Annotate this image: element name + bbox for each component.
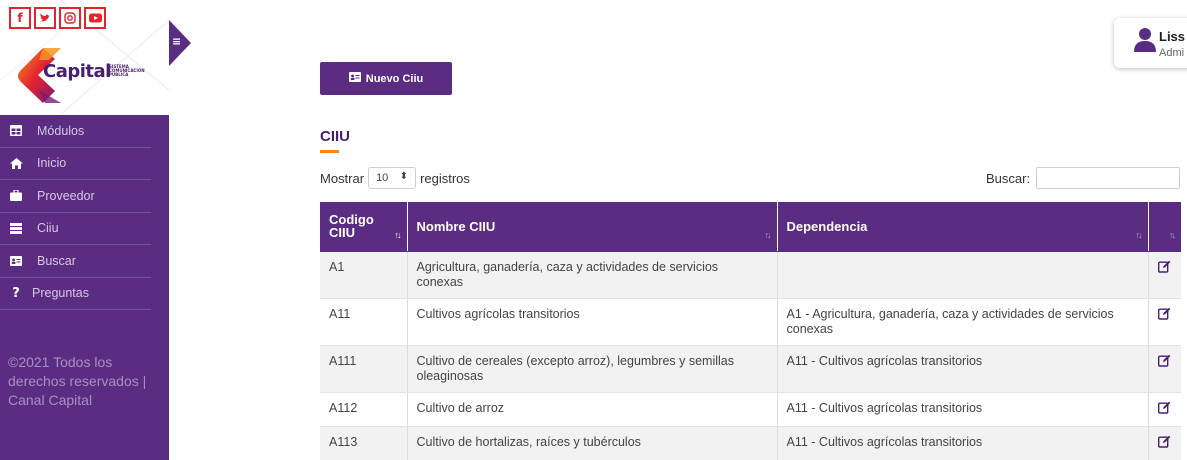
table-icon <box>9 125 23 137</box>
cell-code: A113 <box>320 426 408 460</box>
sidebar-item-label: Preguntas <box>32 286 89 301</box>
cell-actions <box>1148 426 1181 460</box>
cell-name: Cultivo de cereales (excepto arroz), leg… <box>407 345 778 393</box>
app-root: f Capital SISTEMA COMUNICACIÓN PÚBLICA ≡… <box>0 0 1187 460</box>
cell-name: Cultivo de hortalizas, raíces y tubércul… <box>407 426 778 460</box>
sidebar-item-label: Inicio <box>37 156 67 171</box>
sort-icon: ↑↓ <box>1169 230 1176 240</box>
search-label: Buscar: <box>986 170 1031 186</box>
sidebar-item-proveedor[interactable]: Proveedor <box>0 180 151 213</box>
sidebar-item-modulos[interactable]: Módulos <box>0 115 151 148</box>
menu-icon: ≡ <box>172 35 182 48</box>
sort-icon: ↑↓ <box>764 230 772 240</box>
edit-icon[interactable] <box>1158 435 1171 451</box>
length-prefix: Mostrar <box>320 170 365 186</box>
instagram-icon[interactable] <box>59 7 81 29</box>
user-icon <box>1134 28 1156 56</box>
sidebar-item-inicio[interactable]: Inicio <box>0 148 151 180</box>
question-icon: ? <box>12 285 20 301</box>
cell-name: Cultivo de arroz <box>407 392 778 427</box>
column-header-actions[interactable]: ↑↓ <box>1148 202 1181 252</box>
sidebar-item-preguntas[interactable]: ? Preguntas <box>0 278 151 310</box>
logo-subtext: SISTEMA COMUNICACIÓN PÚBLICA <box>109 64 145 77</box>
column-header-codigo[interactable]: Codigo CIIU ↑↓ <box>320 202 408 252</box>
cell-actions <box>1148 298 1181 346</box>
page-length-value: 10 <box>376 172 389 184</box>
ciiu-table: Codigo CIIU ↑↓ Nombre CIIU ↑↓ Dependenci… <box>320 202 1181 460</box>
title-underline <box>320 150 339 153</box>
page-length-select[interactable]: 10 ⬍ <box>368 167 417 189</box>
table-row: A1 Agricultura, ganadería, caza y activi… <box>320 251 1181 299</box>
brand-area: f Capital SISTEMA COMUNICACIÓN PÚBLICA <box>0 0 169 115</box>
sidebar-toggle-button[interactable]: ≡ <box>169 20 191 66</box>
new-ciiu-button[interactable]: Nuevo Ciiu <box>320 62 452 95</box>
edit-icon[interactable] <box>1158 354 1171 370</box>
facebook-icon[interactable]: f <box>9 7 31 29</box>
sidebar-item-label: Proveedor <box>37 188 95 203</box>
sidebar-item-label: Módulos <box>37 123 85 138</box>
edit-icon[interactable] <box>1158 401 1171 417</box>
briefcase-icon <box>9 190 23 202</box>
logo-text: Capital <box>43 61 111 82</box>
new-ciiu-label: Nuevo Ciiu <box>365 72 424 85</box>
page-title: CIIU <box>320 128 350 145</box>
table-row: A111 Cultivo de cereales (excepto arroz)… <box>320 345 1181 393</box>
cell-actions <box>1148 251 1181 299</box>
sidebar-item-label: Buscar <box>37 253 76 268</box>
copyright-text: ©2021 Todos los derechos reservados | Ca… <box>8 354 147 408</box>
table-row: A112 Cultivo de arroz A11 - Cultivos agr… <box>320 392 1181 427</box>
twitter-icon[interactable] <box>34 7 56 29</box>
cell-dependencia: A1 - Agricultura, ganadería, caza y acti… <box>777 298 1149 346</box>
column-header-nombre[interactable]: Nombre CIIU ↑↓ <box>407 202 778 252</box>
table-row: A11 Cultivos agrícolas transitorios A1 -… <box>320 298 1181 346</box>
column-header-label: Nombre CIIU <box>416 218 496 234</box>
home-icon <box>9 157 23 169</box>
column-header-label: Codigo CIIU <box>329 212 374 241</box>
sidebar-item-label: Ciiu <box>37 221 59 236</box>
column-header-label: Dependencia <box>786 218 868 234</box>
id-card-icon <box>348 72 361 85</box>
sidebar-item-buscar[interactable]: Buscar <box>0 245 151 278</box>
sidebar-menu: Módulos Inicio Proveedor Ciiu Buscar ? P… <box>0 115 169 310</box>
table-row: A113 Cultivo de hortalizas, raíces y tub… <box>320 426 1181 460</box>
social-links: f <box>9 7 106 29</box>
user-name: Liss <box>1159 29 1186 44</box>
cell-name: Cultivos agrícolas transitorios <box>407 298 778 346</box>
search-input[interactable] <box>1036 167 1181 189</box>
id-card-icon <box>9 255 23 266</box>
cell-actions <box>1148 392 1181 427</box>
user-role: Admi <box>1159 47 1185 59</box>
cell-code: A111 <box>320 345 408 393</box>
column-header-dependencia[interactable]: Dependencia ↑↓ <box>777 202 1149 252</box>
cell-name: Agricultura, ganadería, caza y actividad… <box>407 251 778 299</box>
sidebar-item-ciiu[interactable]: Ciiu <box>0 213 151 245</box>
search-control: Buscar: <box>986 167 1181 189</box>
edit-icon[interactable] <box>1158 260 1171 276</box>
cell-dependencia: A11 - Cultivos agrícolas transitorios <box>777 345 1149 393</box>
cell-code: A1 <box>320 251 408 299</box>
cell-code: A11 <box>320 298 408 346</box>
user-menu[interactable]: Liss Admi <box>1114 18 1187 68</box>
sort-icon: ↑↓ <box>394 230 402 240</box>
length-suffix: registros <box>420 170 470 186</box>
cell-dependencia <box>777 251 1149 299</box>
cell-dependencia: A11 - Cultivos agrícolas transitorios <box>777 392 1149 427</box>
edit-icon[interactable] <box>1158 307 1171 323</box>
table-header-row: Codigo CIIU ↑↓ Nombre CIIU ↑↓ Dependenci… <box>320 202 1181 252</box>
cell-dependencia: A11 - Cultivos agrícolas transitorios <box>777 426 1149 460</box>
select-caret-icon: ⬍ <box>399 171 409 182</box>
page-length-control: Mostrar 10 ⬍ registros <box>320 167 470 189</box>
sidebar: Módulos Inicio Proveedor Ciiu Buscar ? P… <box>0 115 169 460</box>
canal-capital-logo: Capital SISTEMA COMUNICACIÓN PÚBLICA <box>13 45 145 105</box>
cell-actions <box>1148 345 1181 393</box>
cell-code: A112 <box>320 392 408 427</box>
youtube-icon[interactable] <box>84 7 106 29</box>
sort-icon: ↑↓ <box>1135 230 1143 240</box>
server-icon <box>9 222 23 234</box>
